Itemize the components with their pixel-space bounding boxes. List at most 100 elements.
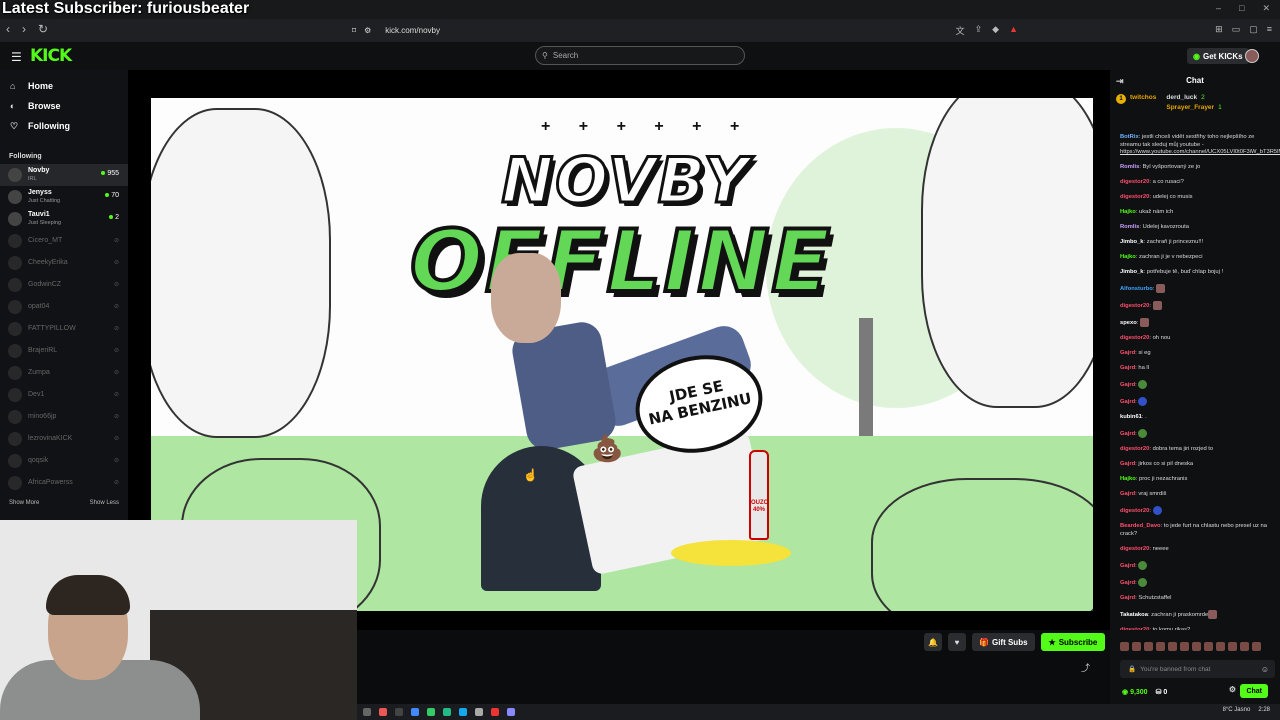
chat-message[interactable]: kubin61: . <box>1120 414 1272 422</box>
hamburger-icon[interactable]: ☰ <box>11 50 22 64</box>
chat-username[interactable]: Jimbo_k <box>1120 239 1144 245</box>
sidebar-item-browse[interactable]: ◐ Browse <box>0 96 128 116</box>
chat-username[interactable]: Gajrd <box>1120 491 1135 497</box>
chat-username[interactable]: Gajrd <box>1120 399 1135 405</box>
chat-message[interactable]: Romlis: Udelej kavozrouta <box>1120 224 1272 232</box>
app-icon[interactable] <box>363 708 371 716</box>
emote-icon[interactable] <box>1216 642 1225 651</box>
following-channel[interactable]: opat04 ⊘ <box>0 296 128 318</box>
chat-username[interactable]: Bearded_Davo <box>1120 523 1161 529</box>
chat-username[interactable]: kubin61 <box>1120 414 1142 420</box>
share-icon[interactable]: ⇪ <box>975 24 983 37</box>
chat-username[interactable]: digestor20 <box>1120 546 1149 552</box>
chat-input[interactable]: 🔒 You're banned from chat ☺ <box>1120 660 1275 678</box>
app-icon[interactable] <box>507 708 515 716</box>
menu-icon[interactable]: ≡ <box>1267 24 1272 35</box>
following-channel[interactable]: CheekyErika ⊘ <box>0 252 128 274</box>
chat-message[interactable]: spexo: <box>1120 318 1272 328</box>
chat-message[interactable]: digestor20: dobra tema jiri rozjed to <box>1120 446 1272 454</box>
user-avatar[interactable] <box>1245 49 1259 63</box>
chat-username[interactable]: Gajrd <box>1120 461 1135 467</box>
chat-username[interactable]: digestor20 <box>1120 335 1149 341</box>
chat-username[interactable]: Gajrd <box>1120 580 1135 586</box>
emote-icon[interactable] <box>1228 642 1237 651</box>
following-channel[interactable]: AfricaPowerss ⊘ <box>0 472 128 494</box>
weather-text[interactable]: 8°C Jasno <box>1223 707 1251 713</box>
leader-name[interactable]: Sprayer_Frayer <box>1166 104 1214 111</box>
emote-icon[interactable] <box>1168 642 1177 651</box>
chat-message[interactable]: Jimbo_k: potřebuje tě, buď chlap bojuj ! <box>1120 269 1272 277</box>
following-channel[interactable]: FATTYPILLOW ⊘ <box>0 318 128 340</box>
chat-message[interactable]: Romlis: Byl vyšportovaný ze jo <box>1120 164 1272 172</box>
chat-message[interactable]: digestor20: neeee <box>1120 546 1272 554</box>
chat-username[interactable]: digestor20 <box>1120 194 1149 200</box>
emote-icon[interactable] <box>1240 642 1249 651</box>
bookmark-icon[interactable]: ⌑ <box>352 26 356 35</box>
url-text[interactable]: kick.com/novby <box>385 26 440 35</box>
chat-username[interactable]: Gajrd <box>1120 382 1135 388</box>
emote-picker-icon[interactable]: ☺ <box>1261 665 1269 674</box>
chat-message[interactable]: Alfonsturbo: <box>1120 284 1272 294</box>
site-info-icon[interactable]: ⚙ <box>364 26 371 35</box>
app-icon[interactable] <box>395 708 403 716</box>
chat-messages[interactable]: BotRix: jestli chceš vidět sestřihy toho… <box>1110 134 1280 630</box>
chat-message[interactable]: Gajrd: Schutzstaffel <box>1120 595 1272 603</box>
wallet-icon[interactable]: ▢ <box>1249 24 1258 35</box>
get-kicks-button[interactable]: ◉ Get KICKs <box>1187 48 1249 64</box>
chat-message[interactable]: digestor20: udelej co musis <box>1120 194 1272 202</box>
chat-username[interactable]: Romlis <box>1120 224 1139 230</box>
chat-username[interactable]: Jimbo_k <box>1120 269 1144 275</box>
following-channel[interactable]: BrajeriRL ⊘ <box>0 340 128 362</box>
show-more-button[interactable]: Show More <box>9 500 39 506</box>
emote-icon[interactable] <box>1132 642 1141 651</box>
app-icon[interactable] <box>443 708 451 716</box>
follow-button[interactable]: ♥ <box>948 633 966 651</box>
emote-icon[interactable] <box>1120 642 1129 651</box>
emote-icon[interactable] <box>1180 642 1189 651</box>
chat-username[interactable]: Hajko <box>1120 254 1136 260</box>
emote-icon[interactable] <box>1156 642 1165 651</box>
gifts-count[interactable]: ⛁ 0 <box>1156 688 1168 696</box>
chat-message[interactable]: Gajrd: <box>1120 397 1272 407</box>
chat-message[interactable]: Gajrd: <box>1120 577 1272 588</box>
notification-bell-button[interactable]: 🔔 <box>924 633 942 651</box>
chat-message[interactable]: Gajrd: <box>1120 560 1272 571</box>
chat-message[interactable]: Bearded_Davo: to jede furt na chlastu ne… <box>1120 523 1272 538</box>
alert-icon[interactable]: ▲ <box>1009 24 1018 37</box>
app-icon[interactable] <box>411 708 419 716</box>
chat-message[interactable]: digestor20: to komu rikas? <box>1120 627 1272 630</box>
clock-text[interactable]: 2:28 <box>1258 707 1270 713</box>
chat-message[interactable]: BotRix: jestli chceš vidět sestřihy toho… <box>1120 134 1280 157</box>
chat-username[interactable]: digestor20 <box>1120 303 1149 309</box>
chat-message[interactable]: Gajrd: si eg <box>1120 350 1272 358</box>
following-channel[interactable]: Cicero_MT ⊘ <box>0 230 128 252</box>
chat-username[interactable]: Takatakoa <box>1120 612 1148 618</box>
chat-message[interactable]: Gajrd: <box>1120 380 1272 390</box>
app-icon[interactable] <box>427 708 435 716</box>
chat-username[interactable]: digestor20 <box>1120 627 1149 630</box>
close-icon[interactable]: ✕ <box>1262 3 1270 14</box>
chat-username[interactable]: spexo <box>1120 320 1137 326</box>
following-channel[interactable]: Jenyss Just Chatting 70 <box>0 186 128 208</box>
app-icon[interactable] <box>491 708 499 716</box>
search-input[interactable]: ⚲ Search <box>535 46 745 65</box>
chat-message[interactable]: Hajko: proc ji nezachranis <box>1120 476 1272 484</box>
chat-username[interactable]: digestor20 <box>1120 508 1149 514</box>
chat-username[interactable]: Hajko <box>1120 476 1136 482</box>
following-channel[interactable]: qoqsik ⊘ <box>0 450 128 472</box>
gear-icon[interactable]: ⚙ <box>1229 685 1236 694</box>
gift-subs-button[interactable]: 🎁 Gift Subs <box>972 633 1035 651</box>
chat-username[interactable]: Gajrd <box>1120 365 1135 371</box>
emote-icon[interactable] <box>1252 642 1261 651</box>
minimize-icon[interactable]: – <box>1216 3 1221 14</box>
chat-message[interactable]: digestor20: oh nou <box>1120 335 1272 343</box>
chat-message[interactable]: digestor20: <box>1120 506 1272 516</box>
chat-message[interactable]: Gajrd: ha ll <box>1120 365 1272 373</box>
app-icon[interactable] <box>475 708 483 716</box>
chat-username[interactable]: digestor20 <box>1120 446 1149 452</box>
maximize-icon[interactable]: □ <box>1239 3 1244 14</box>
leader-name[interactable]: twitchos <box>1130 94 1156 101</box>
chat-send-button[interactable]: Chat <box>1240 684 1268 698</box>
kick-logo[interactable]: KICK <box>30 46 72 66</box>
show-less-button[interactable]: Show Less <box>90 500 119 506</box>
